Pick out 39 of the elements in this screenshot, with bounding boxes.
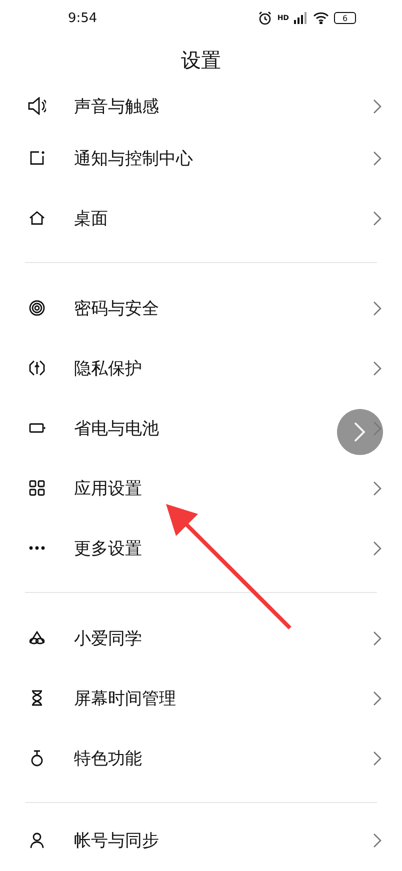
wifi-icon — [313, 12, 329, 24]
grid-icon — [28, 479, 46, 497]
settings-row[interactable]: 帐号与同步 — [0, 818, 402, 862]
time: 9:54 — [68, 10, 98, 26]
account-icon — [28, 831, 46, 849]
chevron-icon — [373, 750, 382, 766]
chevron-icon — [373, 360, 382, 376]
battery-level: 6 — [334, 12, 356, 24]
signal-icon — [294, 12, 308, 24]
settings-row[interactable]: 密码与安全 — [0, 278, 402, 338]
settings-row[interactable]: 应用设置 — [0, 458, 402, 518]
chevron-icon — [373, 300, 382, 316]
chevron-icon — [373, 210, 382, 226]
fingerprint-icon — [28, 299, 46, 317]
floating-button[interactable] — [337, 409, 383, 455]
settings-row[interactable]: 桌面 — [0, 188, 402, 248]
page-title: 设置 — [180, 46, 222, 74]
home-icon — [28, 209, 46, 227]
chevron-icon — [373, 150, 382, 166]
chevron-icon — [373, 832, 382, 848]
assistant-icon — [28, 629, 46, 647]
chevron-icon — [373, 630, 382, 646]
shield-icon — [28, 359, 46, 377]
settings-row[interactable]: 更多设置 — [0, 518, 402, 578]
settings-row[interactable]: 特色功能 — [0, 728, 402, 788]
more-icon — [29, 546, 45, 550]
speaker-icon — [28, 97, 46, 115]
settings-row[interactable]: 屏幕时间管理 — [0, 668, 402, 728]
chevron-icon — [354, 422, 366, 442]
settings-row[interactable]: 隐私保护 — [0, 338, 402, 398]
alarm-icon — [258, 11, 272, 25]
settings-row[interactable]: 声音与触感 — [0, 84, 402, 128]
settings-row[interactable]: 小爱同学 — [0, 608, 402, 668]
chevron-icon — [373, 480, 382, 496]
chevron-icon — [373, 98, 382, 114]
chevron-icon — [373, 690, 382, 706]
settings-row[interactable]: 通知与控制中心 — [0, 128, 402, 188]
notification-icon — [28, 149, 46, 167]
chevron-icon — [373, 540, 382, 556]
